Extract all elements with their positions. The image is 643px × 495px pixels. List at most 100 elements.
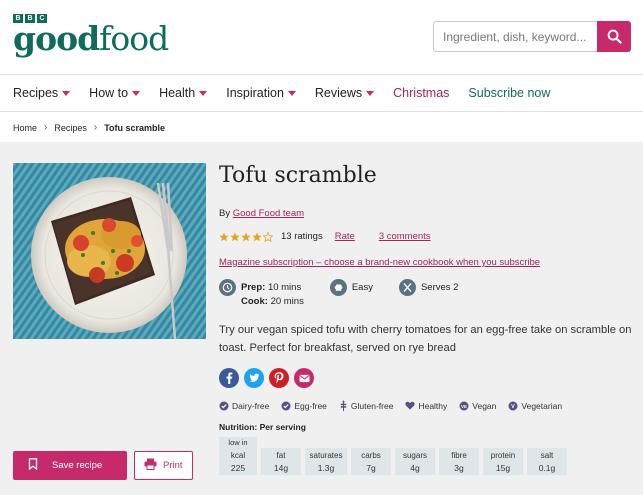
diet-egg-free: Egg-free	[281, 401, 327, 411]
nutrition-kcal: low in kcal 225	[219, 437, 257, 475]
nutrition-label: fibre	[451, 450, 467, 460]
nutrition-label: salt	[540, 450, 554, 460]
vegan-badge-icon: VE	[459, 401, 469, 411]
serves-value: Serves 2	[420, 282, 459, 293]
star-filled-icon	[230, 232, 240, 241]
nav-how-to-label: How to	[89, 86, 129, 100]
print-label: Print	[163, 460, 183, 471]
star-filled-icon	[219, 232, 229, 241]
nutrition-table: low in kcal 225 fat 14g saturates 1.3g carb…	[219, 437, 567, 475]
goodfood-wordmark: goodfood	[13, 22, 169, 55]
low-in-tag: low in	[219, 437, 257, 448]
nav-recipes-label: Recipes	[13, 86, 59, 100]
pinterest-icon[interactable]	[269, 368, 289, 388]
nav-inspiration[interactable]: Inspiration	[226, 86, 296, 100]
nutrition-salt: salt 0.1g	[527, 437, 567, 475]
difficulty-value: Easy	[351, 282, 373, 293]
diet-dairy-free-label: Dairy-free	[232, 400, 270, 411]
nav-subscribe-now[interactable]: Subscribe now	[468, 86, 550, 100]
wheat-icon	[339, 400, 348, 411]
twitter-icon[interactable]	[244, 368, 264, 388]
diet-vegetarian: V Vegetarian	[508, 401, 562, 411]
nav-christmas[interactable]: Christmas	[393, 86, 449, 100]
nav-reviews[interactable]: Reviews	[314, 86, 375, 100]
nav-inspiration-label: Inspiration	[226, 86, 284, 100]
prep-label: Prep:	[241, 282, 266, 293]
nav-recipes[interactable]: Recipes	[13, 86, 71, 100]
save-recipe-button[interactable]: Save recipe	[13, 451, 127, 480]
breadcrumb: Home › Recipes › Tofu scramble	[13, 122, 165, 133]
nav-health[interactable]: Health	[159, 86, 208, 100]
heart-icon	[405, 401, 416, 410]
print-button[interactable]: Print	[134, 451, 193, 480]
recipe-facts: Prep: 10 mins Cook: 20 mins Easy Serves …	[219, 279, 484, 309]
diet-vegan-label: Vegan	[472, 400, 497, 411]
search-button[interactable]	[597, 21, 631, 52]
save-recipe-label: Save recipe	[52, 460, 103, 471]
nutrition-label: kcal	[230, 450, 246, 460]
nutrition-label: protein	[490, 450, 516, 460]
magazine-promo-link[interactable]: Magazine subscription – choose a brand-n…	[219, 257, 540, 268]
svg-text:VE: VE	[461, 403, 467, 408]
nutrition-tag	[483, 437, 523, 448]
nutrition-label: fat	[276, 450, 286, 460]
nutrition-title: Nutrition: Per serving	[219, 422, 306, 432]
check-circle-icon	[219, 401, 229, 411]
star-empty-icon	[263, 231, 273, 242]
nav-subscribe-label: Subscribe now	[468, 86, 551, 100]
chef-hat-icon	[329, 279, 347, 296]
goodfood-logo[interactable]: B B C goodfood	[13, 14, 169, 55]
rate-link[interactable]: Rate	[335, 231, 355, 242]
diet-vegetarian-label: Vegetarian	[521, 400, 563, 411]
wordmark-food: food	[99, 19, 169, 58]
main-nav: Recipes How to Health Inspiration Review…	[0, 74, 643, 112]
svg-text:V: V	[512, 404, 516, 410]
nutrition-value: 0.1g	[538, 462, 556, 473]
author-link[interactable]: Good Food team	[233, 208, 304, 219]
breadcrumb-current: Tofu scramble	[104, 122, 166, 133]
site-header: B B C goodfood	[0, 0, 643, 74]
email-icon[interactable]	[294, 368, 314, 388]
comments-link[interactable]: 3 comments	[379, 231, 431, 242]
recipe-photo-illustration	[13, 163, 206, 339]
recipe-content: Tofu scramble By Good Food team 13 ratin…	[0, 142, 643, 495]
nav-christmas-label: Christmas	[393, 86, 450, 100]
breadcrumb-home[interactable]: Home	[13, 123, 37, 133]
cook-label: Cook:	[241, 296, 268, 307]
diet-egg-free-label: Egg-free	[294, 400, 327, 411]
search-input[interactable]	[433, 21, 597, 52]
star-filled-icon	[252, 232, 262, 241]
nutrition-value: 4g	[410, 462, 420, 473]
prep-time: Prep: 10 mins	[241, 281, 304, 295]
wordmark-good: good	[13, 19, 100, 58]
search-icon	[607, 29, 622, 44]
byline-prefix: By	[219, 208, 231, 219]
diet-vegan: VE Vegan	[459, 401, 496, 411]
recipe-image	[13, 163, 206, 339]
diet-gluten-free: Gluten-free	[339, 400, 393, 411]
clock-icon	[219, 279, 236, 296]
nav-reviews-label: Reviews	[314, 86, 363, 100]
chevron-down-icon	[287, 90, 296, 96]
nav-health-label: Health	[159, 86, 196, 100]
recipe-byline: By Good Food team	[219, 208, 304, 219]
cook-time: Cook: 20 mins	[241, 295, 304, 309]
social-share	[219, 368, 314, 388]
prep-value: 10 mins	[267, 282, 302, 293]
nutrition-value: 7g	[366, 462, 376, 473]
facebook-icon[interactable]	[219, 368, 239, 388]
chevron-down-icon	[366, 90, 375, 96]
nav-how-to[interactable]: How to	[89, 86, 141, 100]
nutrition-value: 1.3g	[317, 462, 335, 473]
search-bar	[433, 21, 631, 52]
ratings-count: 13 ratings	[281, 231, 323, 242]
breadcrumb-recipes[interactable]: Recipes	[54, 123, 87, 133]
nutrition-tag	[351, 437, 391, 448]
nutrition-fibre: fibre 3g	[439, 437, 479, 475]
chevron-down-icon	[199, 90, 208, 96]
chevron-down-icon	[62, 90, 71, 96]
nutrition-tag	[527, 437, 567, 448]
diet-healthy: Healthy	[405, 401, 447, 411]
nutrition-fat: fat 14g	[261, 437, 301, 475]
nutrition-value: 3g	[454, 462, 464, 473]
